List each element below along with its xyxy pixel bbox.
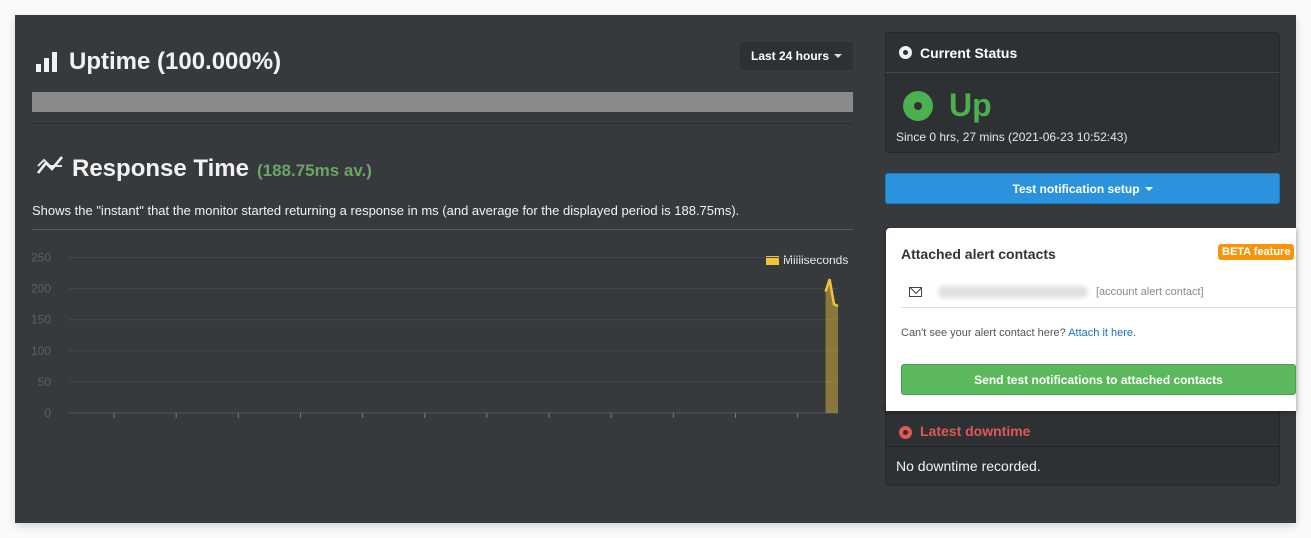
divider [32,229,853,230]
beta-badge: BETA feature [1218,244,1295,260]
envelope-icon [909,286,922,297]
attach-suffix: . [1133,327,1137,339]
x-tick-label: 10:00 [784,424,812,425]
x-tick-label: 00:00 [473,424,501,425]
uptime-heading: Uptime (100.000%) [36,48,281,76]
line-chart-icon [36,156,63,174]
test-notification-label: Test notification setup [1012,181,1140,196]
x-tick-label: 06:00 [659,424,687,425]
x-tick-label: 08:00 [721,424,749,425]
y-tick-label: 150 [32,313,51,327]
monitor-dashboard: Uptime (100.000%) Last 24 hours Response… [15,15,1296,523]
latest-downtime-panel: Latest downtime No downtime recorded. [885,405,1280,486]
alert-contacts-dropdown: Attached alert contacts BETA feature [ac… [886,228,1296,411]
x-tick-label: 12:00 [100,424,128,425]
y-tick-label: 100 [32,344,51,358]
y-tick-label: 200 [32,282,51,296]
response-time-description: Shows the "instant" that the monitor sta… [32,203,740,218]
x-tick-label: 20:00 [349,424,377,425]
current-status-title: Current Status [920,44,1018,61]
series-area [825,279,838,413]
status-since: Since 0 hrs, 27 mins (2021-06-23 10:52:4… [896,130,1128,144]
downtime-dot-icon [899,426,912,439]
status-dot-icon [899,46,912,59]
x-tick-label: 04:00 [597,424,625,425]
contact-type: [account alert contact] [1096,285,1204,298]
status-text: Up [949,87,992,123]
current-status-panel: Current Status Up Since 0 hrs, 27 mins (… [885,32,1280,153]
latest-downtime-header: Latest downtime [886,405,1279,447]
uptime-title: Uptime (100.000%) [69,48,282,75]
uptime-bar [32,92,853,112]
y-tick-label: 250 [32,250,51,264]
x-tick-label: 16:00 [224,424,252,425]
x-tick-label: 14:00 [162,424,190,425]
contact-email-blurred [938,285,1088,298]
response-time-title: Response Time [72,155,249,182]
y-tick-label: 0 [44,406,51,420]
response-time-heading: Response Time (188.75ms av.) [36,154,372,183]
attach-contact-link[interactable]: Attach it here [1068,327,1133,339]
latest-downtime-body: No downtime recorded. [896,458,1041,474]
cant-see-label: Can't see your alert contact here? [901,327,1066,339]
cant-see-contact-text: Can't see your alert contact here? Attac… [901,327,1136,339]
x-tick-label: 02:00 [535,424,563,425]
x-tick-label: 18:00 [286,424,314,425]
status-indicator: Up [886,73,1279,124]
status-up-icon [903,90,933,121]
divider [32,123,853,124]
time-range-dropdown[interactable]: Last 24 hours [740,42,853,70]
bar-chart-icon [36,52,57,72]
current-status-header: Current Status [886,33,1279,73]
time-range-label: Last 24 hours [750,49,830,63]
response-time-average: (188.75ms av.) [256,161,372,180]
y-tick-label: 50 [38,375,52,389]
send-test-notifications-button[interactable]: Send test notifications to attached cont… [901,364,1296,395]
alert-contacts-title: Attached alert contacts [901,246,1056,262]
caret-down-icon [834,54,843,58]
legend-label: Milliseconds [783,253,848,267]
latest-downtime-title: Latest downtime [920,423,1031,439]
x-tick-label: 22:00 [411,424,439,425]
alert-contact-row: [account alert contact] [901,276,1296,308]
test-notification-button[interactable]: Test notification setup [885,173,1280,204]
response-time-chart: Milliseconds 0 50 100 150 200 250 12:00 14:00 16:… [32,250,848,425]
caret-down-icon [1144,186,1153,191]
